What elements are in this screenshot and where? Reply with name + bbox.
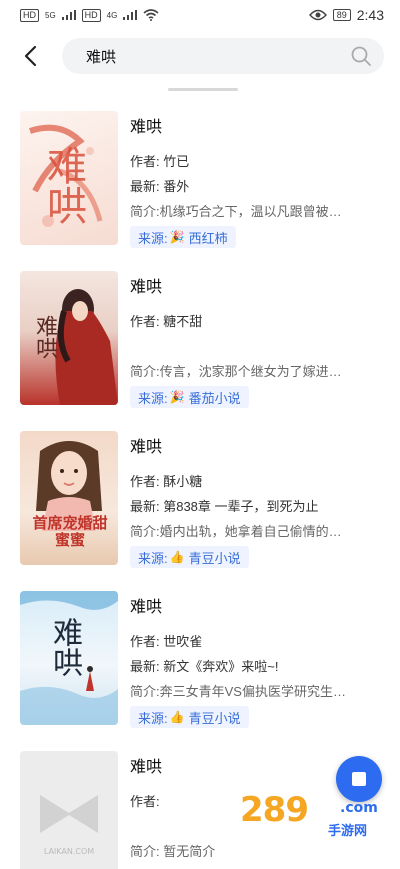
search-box[interactable] — [62, 38, 384, 74]
book-title[interactable]: 难哄 — [130, 115, 380, 141]
book-list: 难哄 难哄 作者: 竹已 最新: 番外 简介:机缘巧合之下，温以凡跟曾被… 来源… — [0, 101, 400, 869]
book-title[interactable]: 难哄 — [130, 275, 380, 301]
book-desc: 简介:机缘巧合之下，温以凡跟曾被… — [130, 204, 342, 219]
book-cover[interactable]: 难哄 — [20, 111, 118, 245]
book-cover[interactable]: 难哄 — [20, 591, 118, 725]
status-right: 89 2:43 — [308, 7, 384, 23]
signal-label-2: 4G — [106, 10, 118, 20]
watermark-logo: 289 .com 手游网 — [240, 790, 390, 850]
watermark-number: 289 — [240, 790, 309, 830]
source-name: 番茄小说 — [188, 390, 241, 406]
book-info: 难哄 作者: 酥小糖 最新: 第838章 一辈子，到死为止 简介:婚内出轨，她拿… — [130, 431, 380, 581]
cover-title: 难哄 — [40, 145, 86, 225]
book-cover[interactable]: 难哄 — [20, 271, 118, 405]
cover-title: 首席宠婚甜蜜蜜 — [32, 514, 108, 549]
source-prefix: 来源: — [138, 230, 168, 246]
book-info: 难哄 作者: 世吹雀 最新: 新文《奔欢》来啦~! 简介:奔三女青年VS偏执医学… — [130, 591, 380, 741]
book-item[interactable]: 首席宠婚甜蜜蜜 难哄 作者: 酥小糖 最新: 第838章 一辈子，到死为止 简介… — [0, 421, 400, 581]
source-tag[interactable]: 来源: 👍 青豆小说 — [130, 706, 249, 728]
book-author: 作者: 糖不甜 — [130, 314, 203, 329]
battery-indicator: 89 — [332, 9, 351, 21]
book-desc: 简介:传言，沈家那个继女为了嫁进… — [130, 364, 342, 379]
book-author: 作者: 世吹雀 — [130, 634, 203, 649]
search-icon[interactable] — [350, 45, 372, 67]
source-tag[interactable]: 来源: 👍 青豆小说 — [130, 546, 249, 568]
thumbs-up-icon: 👍 — [169, 550, 185, 564]
watermark-subtitle: 手游网 — [328, 824, 368, 839]
cover-title: 难哄 — [32, 315, 57, 359]
book-cover[interactable]: 首席宠婚甜蜜蜜 — [20, 431, 118, 565]
back-arrow-icon[interactable] — [14, 40, 46, 72]
hd-badge-2: HD — [81, 8, 101, 22]
cover-title: 难哄 — [47, 617, 82, 677]
source-name: 青豆小说 — [188, 710, 241, 726]
signal-label-1: 5G — [45, 10, 56, 20]
signal-icon — [61, 10, 76, 20]
search-input[interactable] — [86, 47, 350, 65]
source-prefix: 来源: — [138, 550, 168, 566]
status-bar: HD 5G HD 4G 89 2:43 — [0, 0, 400, 30]
source-name: 青豆小说 — [188, 550, 241, 566]
book-latest: 最新: 新文《奔欢》来啦~! — [130, 659, 279, 674]
book-latest — [130, 336, 380, 358]
source-tag[interactable]: 来源: 🎉 西红柿 — [130, 226, 236, 248]
status-left: HD 5G HD 4G — [20, 8, 159, 22]
source-name: 西红柿 — [188, 230, 228, 246]
book-author: 作者: 酥小糖 — [130, 474, 203, 489]
source-prefix: 来源: — [138, 390, 168, 406]
cover-title: LAIKAN.COM — [43, 847, 95, 856]
book-desc: 简介:婚内出轨，她拿着自己偷情的… — [130, 524, 342, 539]
book-item[interactable]: 难哄 难哄 作者: 竹已 最新: 番外 简介:机缘巧合之下，温以凡跟曾被… 来源… — [0, 101, 400, 261]
thumbs-up-icon: 👍 — [169, 710, 185, 724]
watermark-domain: .com — [340, 800, 378, 816]
pull-indicator — [168, 88, 238, 91]
eye-icon — [308, 9, 327, 21]
search-header — [0, 30, 400, 82]
book-desc: 简介:奔三女青年VS偏执医学研究生… — [130, 684, 346, 699]
hd-badge: HD — [20, 8, 39, 22]
book-item[interactable]: 难哄 难哄 作者: 世吹雀 最新: 新文《奔欢》来啦~! 简介:奔三女青年VS偏… — [0, 581, 400, 741]
stop-icon — [352, 772, 366, 786]
source-prefix: 来源: — [138, 710, 168, 726]
book-latest: 最新: 番外 — [130, 179, 190, 194]
book-info: 难哄 作者: 竹已 最新: 番外 简介:机缘巧合之下，温以凡跟曾被… 来源: 🎉… — [130, 111, 380, 261]
clock: 2:43 — [356, 7, 384, 23]
book-cover[interactable]: LAIKAN.COM — [20, 751, 118, 869]
book-title[interactable]: 难哄 — [130, 435, 380, 461]
book-latest: 最新: 第838章 一辈子，到死为止 — [130, 499, 319, 514]
signal-icon-2 — [123, 10, 138, 20]
book-author: 作者: 竹已 — [130, 154, 190, 169]
book-info: 难哄 作者: 糖不甜 简介:传言，沈家那个继女为了嫁进… 来源: 🎉 番茄小说 — [130, 271, 380, 421]
source-tag[interactable]: 来源: 🎉 番茄小说 — [130, 386, 249, 408]
party-popper-icon: 🎉 — [169, 230, 185, 244]
book-item[interactable]: 难哄 难哄 作者: 糖不甜 简介:传言，沈家那个继女为了嫁进… 来源: 🎉 番茄… — [0, 261, 400, 421]
wifi-icon — [143, 9, 159, 21]
party-popper-icon: 🎉 — [169, 390, 185, 404]
book-title[interactable]: 难哄 — [130, 595, 380, 621]
